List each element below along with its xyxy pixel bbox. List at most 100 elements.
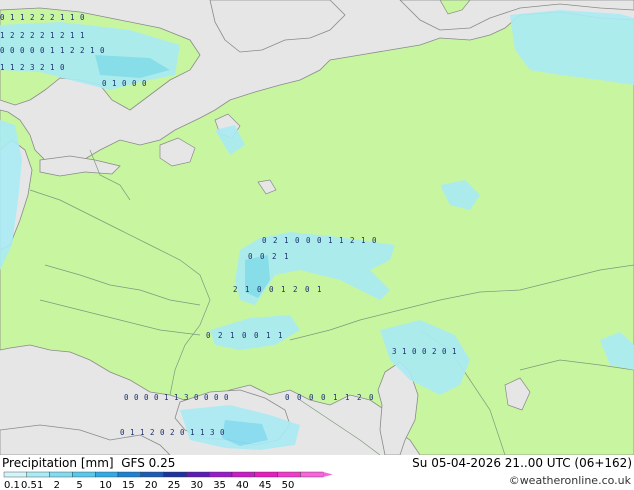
legend-label: 25 bbox=[168, 480, 181, 490]
precip-value: 0 bbox=[120, 428, 125, 437]
precip-value: 0 bbox=[224, 393, 229, 402]
precip-value: 0 bbox=[269, 285, 274, 294]
precip-value: 1 bbox=[174, 393, 179, 402]
map-title: Precipitation [mm] GFS 0.25 bbox=[2, 456, 175, 470]
precip-value: 0 bbox=[306, 236, 311, 245]
precip-value: 0 bbox=[102, 79, 107, 88]
color-scale-legend: 0.1 0.5 1 2 5 10 15 20 25 30 35 40 45 50 bbox=[3, 471, 332, 490]
legend-label: 50 bbox=[282, 480, 295, 490]
precip-value: 0 bbox=[124, 393, 129, 402]
legend-swatch bbox=[49, 471, 73, 478]
precip-value: 2 bbox=[170, 428, 175, 437]
precip-value: 0 bbox=[285, 393, 290, 402]
precip-value: 1 bbox=[266, 331, 271, 340]
precip-value: 0 bbox=[257, 285, 262, 294]
precip-value: 1 bbox=[0, 31, 5, 40]
precip-value: 2 bbox=[10, 31, 15, 40]
precip-value: 3 bbox=[210, 428, 215, 437]
precip-value: 2 bbox=[218, 331, 223, 340]
legend-swatch bbox=[254, 471, 278, 478]
precip-value: 1 bbox=[20, 13, 25, 22]
precip-value: 0 bbox=[295, 236, 300, 245]
precip-value: 0 bbox=[122, 79, 127, 88]
precip-value: 1 bbox=[90, 46, 95, 55]
lead-time: (06+162) bbox=[574, 456, 632, 470]
precip-value: 0 bbox=[297, 393, 302, 402]
precip-value: 0 bbox=[248, 252, 253, 261]
precip-value: 1 bbox=[130, 428, 135, 437]
precip-value: 0 bbox=[194, 393, 199, 402]
precip-value: 0 bbox=[160, 428, 165, 437]
legend-label: 1 bbox=[37, 480, 43, 490]
map-viewer: { "title": {"label": "Precipitation [mm]… bbox=[0, 0, 634, 490]
valid-time: Su 05-04-2026 21..00 UTC (06+162) bbox=[412, 456, 632, 470]
precip-value: 1 bbox=[281, 285, 286, 294]
legend-overflow-arrow bbox=[323, 472, 332, 477]
legend-swatch bbox=[208, 471, 233, 478]
model-name: GFS 0.25 bbox=[121, 456, 176, 470]
precip-value: 1 bbox=[60, 13, 65, 22]
precip-value: 0 bbox=[20, 46, 25, 55]
precip-value: 0 bbox=[442, 347, 447, 356]
precip-value: 0 bbox=[372, 236, 377, 245]
precip-value: 1 bbox=[361, 236, 366, 245]
precip-value: 1 bbox=[112, 79, 117, 88]
precip-value: 0 bbox=[80, 13, 85, 22]
precip-value: 1 bbox=[284, 252, 289, 261]
precip-value: 0 bbox=[369, 393, 374, 402]
legend-swatch bbox=[140, 471, 164, 478]
legend-label: 5 bbox=[76, 480, 82, 490]
precip-value: 2 bbox=[40, 63, 45, 72]
legend-swatch bbox=[163, 471, 187, 478]
valid-date: 05-04-2026 bbox=[431, 456, 501, 470]
valid-hour: 21..00 UTC bbox=[504, 456, 571, 470]
precip-value: 3 bbox=[30, 63, 35, 72]
precip-value: 3 bbox=[392, 347, 397, 356]
legend-swatch bbox=[186, 471, 210, 478]
precip-value: 2 bbox=[50, 13, 55, 22]
legend-label: 40 bbox=[236, 480, 249, 490]
precip-value: 0 bbox=[100, 46, 105, 55]
legend-label: 2 bbox=[54, 480, 60, 490]
precip-value: 2 bbox=[273, 236, 278, 245]
precip-value: 0 bbox=[422, 347, 427, 356]
legend-label: 20 bbox=[145, 480, 158, 490]
precip-value: 2 bbox=[40, 31, 45, 40]
precip-value: 0 bbox=[154, 393, 159, 402]
precip-value: 1 bbox=[60, 46, 65, 55]
legend-swatch bbox=[117, 471, 141, 478]
precip-value: 3 bbox=[184, 393, 189, 402]
precip-value: 1 bbox=[164, 393, 169, 402]
precip-value: 0 bbox=[214, 393, 219, 402]
precip-value: 2 bbox=[30, 13, 35, 22]
precip-value: 1 bbox=[328, 236, 333, 245]
precip-value: 2 bbox=[272, 252, 277, 261]
precip-value: 0 bbox=[134, 393, 139, 402]
precip-value: 1 bbox=[10, 13, 15, 22]
legend-label: 45 bbox=[259, 480, 272, 490]
legend-swatch bbox=[231, 471, 255, 478]
precip-value: 2 bbox=[30, 31, 35, 40]
precip-value: 0 bbox=[0, 46, 5, 55]
precip-value: 1 bbox=[345, 393, 350, 402]
precip-value: 1 bbox=[50, 46, 55, 55]
legend-label: 15 bbox=[122, 480, 135, 490]
credit-link[interactable]: ©weatheronline.co.uk bbox=[509, 474, 631, 487]
precip-value: 0 bbox=[142, 79, 147, 88]
precip-value: 0 bbox=[305, 285, 310, 294]
precip-value: 0 bbox=[132, 79, 137, 88]
precip-value: 1 bbox=[0, 63, 5, 72]
precip-value: 0 bbox=[412, 347, 417, 356]
precip-value: 0 bbox=[10, 46, 15, 55]
legend-label: 0.5 bbox=[21, 480, 37, 490]
legend-label: 10 bbox=[99, 480, 112, 490]
precip-value: 0 bbox=[254, 331, 259, 340]
precip-value: 1 bbox=[333, 393, 338, 402]
map-footer: Precipitation [mm] GFS 0.25 Su 05-04-202… bbox=[0, 455, 634, 490]
precip-value: 1 bbox=[452, 347, 457, 356]
precip-value: 1 bbox=[140, 428, 145, 437]
legend-label: 30 bbox=[190, 480, 203, 490]
precip-value: 1 bbox=[80, 31, 85, 40]
precip-value: 0 bbox=[0, 13, 5, 22]
precip-value: 0 bbox=[262, 236, 267, 245]
